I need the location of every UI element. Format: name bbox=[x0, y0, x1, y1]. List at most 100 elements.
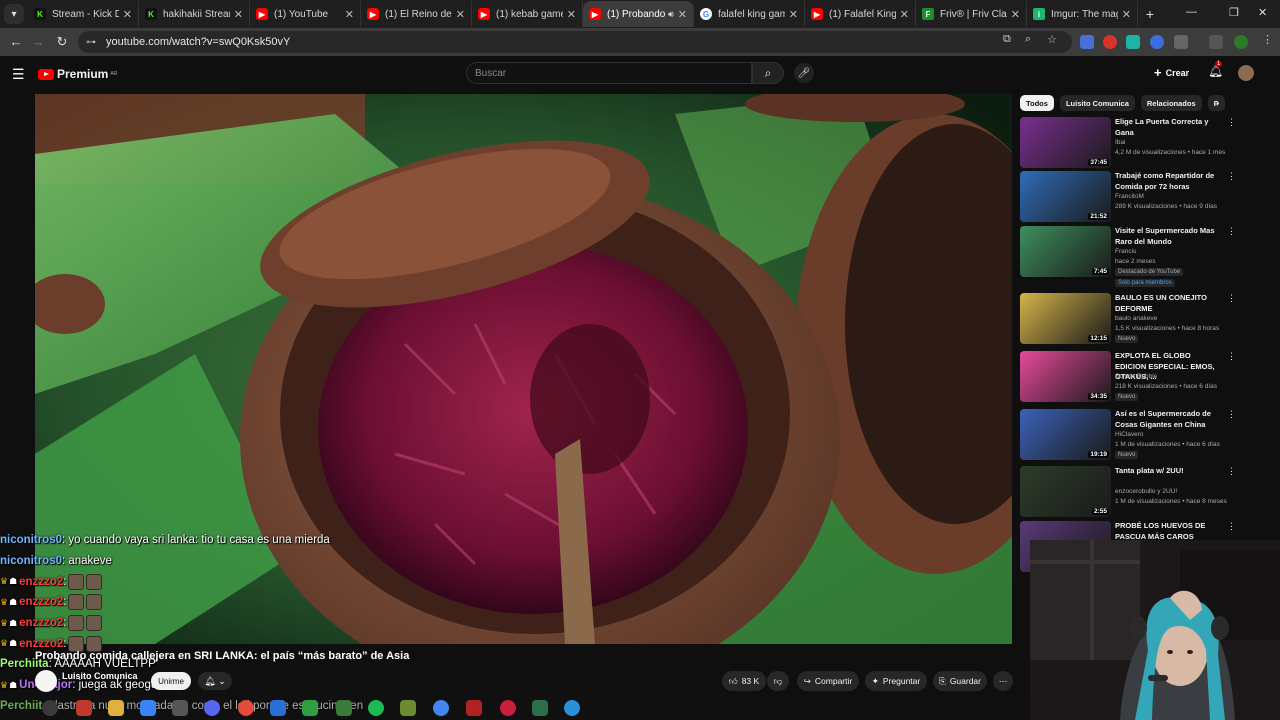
reload-icon[interactable]: ↻ bbox=[50, 34, 74, 50]
create-button[interactable]: + Crear bbox=[1154, 65, 1189, 80]
close-tab-icon[interactable]: ✕ bbox=[900, 8, 909, 21]
recommended-video[interactable]: 34:35 EXPLOTA EL GLOBO EDICION ESPECIAL: … bbox=[1020, 351, 1236, 406]
close-tab-icon[interactable]: ✕ bbox=[1011, 8, 1020, 21]
subscription-bell-button[interactable]: 🔔︎ ⌄ bbox=[198, 672, 232, 690]
opera-icon[interactable] bbox=[500, 700, 516, 716]
more-actions-button[interactable]: ⋯ bbox=[993, 671, 1013, 691]
spotify-icon[interactable] bbox=[368, 700, 384, 716]
recommended-channel[interactable]: baulo anakeve bbox=[1115, 315, 1157, 322]
browser-tab[interactable]: ▶ (1) kebab game sh ✕ bbox=[472, 1, 583, 27]
new-tab-icon[interactable]: + bbox=[1138, 6, 1162, 22]
close-tab-icon[interactable]: ✕ bbox=[1122, 8, 1131, 21]
recommended-title[interactable]: Tanta plata w/ 2UU! bbox=[1115, 466, 1223, 477]
close-tab-icon[interactable]: ✕ bbox=[345, 8, 354, 21]
close-tab-icon[interactable]: ✕ bbox=[567, 8, 576, 21]
video-thumbnail[interactable]: 37:45 bbox=[1020, 117, 1111, 168]
extension-icon[interactable] bbox=[1080, 35, 1094, 49]
recommended-video[interactable]: 2:55 Tanta plata w/ 2UU! enzocerobullo y 2… bbox=[1020, 466, 1236, 521]
browser-tab[interactable]: F Friv® | Friv Classic ✕ bbox=[916, 1, 1027, 27]
close-tab-icon[interactable]: ✕ bbox=[234, 8, 243, 21]
bookmark-star-icon[interactable]: ☆ bbox=[1047, 33, 1057, 46]
recommended-channel[interactable]: Francis bbox=[1115, 248, 1136, 255]
chrome-icon[interactable] bbox=[433, 700, 449, 716]
close-tab-icon[interactable]: ✕ bbox=[456, 8, 465, 21]
app-icon[interactable] bbox=[172, 700, 188, 716]
folder-icon[interactable] bbox=[108, 700, 124, 716]
chat-username[interactable]: enzzzo2 bbox=[19, 576, 63, 588]
chat-username[interactable]: enzzzo2 bbox=[19, 596, 63, 608]
filter-chip[interactable]: Luisito Comunica bbox=[1059, 95, 1135, 111]
app-icon[interactable] bbox=[76, 700, 92, 716]
extension-icon[interactable] bbox=[1150, 35, 1164, 49]
recommended-title[interactable]: PROBÉ LOS HUEVOS DE PASCUA MÁS CAROS bbox=[1115, 521, 1223, 542]
ask-button[interactable]: ✦ Preguntar bbox=[865, 671, 927, 691]
browser-tab[interactable]: i Imgur: The magic ✕ bbox=[1027, 1, 1138, 27]
app-icon[interactable] bbox=[564, 700, 580, 716]
menu-icon[interactable]: ☰ bbox=[12, 66, 25, 83]
discord-icon[interactable] bbox=[204, 700, 220, 716]
notifications-icon[interactable]: 🔔︎ 1 bbox=[1208, 61, 1223, 78]
chat-username[interactable]: niconitros0 bbox=[0, 555, 62, 567]
close-tab-icon[interactable]: ✕ bbox=[789, 8, 798, 21]
recommended-channel[interactable]: Somos Bubble bbox=[1115, 373, 1157, 380]
recommended-channel[interactable]: Ibai bbox=[1115, 139, 1125, 146]
recommended-title[interactable]: Así es el Supermercado de Cosas Gigantes… bbox=[1115, 409, 1223, 430]
search-input[interactable]: Buscar bbox=[466, 62, 752, 84]
app-icon[interactable] bbox=[270, 700, 286, 716]
channel-avatar[interactable] bbox=[35, 670, 57, 692]
extension-icon[interactable] bbox=[1126, 35, 1140, 49]
voice-search-icon[interactable]: 🎤︎ bbox=[794, 63, 814, 83]
app-icon[interactable] bbox=[466, 700, 482, 716]
save-button[interactable]: ⎘ Guardar bbox=[933, 671, 987, 691]
recommended-channel[interactable]: HiClavero bbox=[1115, 431, 1144, 438]
speaker-icon[interactable]: 🔊︎ bbox=[668, 9, 674, 20]
dislike-button[interactable]: 👎︎ bbox=[767, 671, 789, 691]
video-thumbnail[interactable]: 12:15 bbox=[1020, 293, 1111, 344]
puzzle-icon[interactable] bbox=[1174, 35, 1188, 49]
recommended-title[interactable]: Trabajé como Repartidor de Comida por 72… bbox=[1115, 171, 1223, 192]
profile-icon[interactable] bbox=[1234, 35, 1248, 49]
browser-tab[interactable]: Khakihakii Stream ✕ bbox=[139, 1, 250, 27]
minimize-icon[interactable]: — bbox=[1186, 6, 1197, 18]
browser-tab[interactable]: ▶ (1) Probando 🔊︎ ✕ bbox=[583, 1, 694, 27]
video-menu-icon[interactable]: ⋮ bbox=[1227, 226, 1236, 237]
recommended-title[interactable]: Elige La Puerta Correcta y Gana bbox=[1115, 117, 1223, 138]
join-button[interactable]: Unirme bbox=[151, 672, 191, 690]
app-icon[interactable] bbox=[302, 700, 318, 716]
video-menu-icon[interactable]: ⋮ bbox=[1227, 466, 1236, 477]
restore-icon[interactable]: ❐ bbox=[1229, 6, 1239, 19]
chat-username[interactable]: enzzzo2 bbox=[19, 638, 63, 650]
url-bar[interactable]: ⊶ youtube.com/watch?v=swQ0Ksk50vY bbox=[78, 31, 1072, 53]
app-icon[interactable] bbox=[532, 700, 548, 716]
chevron-right-icon[interactable]: › bbox=[1216, 98, 1219, 109]
account-avatar[interactable] bbox=[1238, 65, 1254, 81]
video-menu-icon[interactable]: ⋮ bbox=[1227, 171, 1236, 182]
video-thumbnail[interactable]: 19:19 bbox=[1020, 409, 1111, 460]
channel-name[interactable]: Luisito Comunica bbox=[62, 671, 138, 681]
extension-icon[interactable] bbox=[1103, 35, 1117, 49]
video-thumbnail[interactable]: 21:52 bbox=[1020, 171, 1111, 222]
site-info-icon[interactable]: ⊶ bbox=[86, 37, 96, 48]
browser-tab[interactable]: ▶ (1) Falafel King fla ✕ bbox=[805, 1, 916, 27]
app-icon[interactable] bbox=[140, 700, 156, 716]
recommended-video[interactable]: 21:52 Trabajé como Repartidor de Comida p… bbox=[1020, 171, 1236, 226]
forward-icon[interactable]: → bbox=[26, 34, 50, 49]
recommended-video[interactable]: 12:15 BAULO ES UN CONEJITO DEFORME baulo a… bbox=[1020, 293, 1236, 348]
back-icon[interactable]: ← bbox=[4, 34, 28, 49]
app-icon[interactable] bbox=[400, 700, 416, 716]
filter-chip[interactable]: Relacionados bbox=[1140, 95, 1202, 111]
recommended-title[interactable]: BAULO ES UN CONEJITO DEFORME bbox=[1115, 293, 1223, 314]
recommended-channel[interactable]: FrancitoM bbox=[1115, 193, 1144, 200]
youtube-logo[interactable]: Premium AR bbox=[38, 67, 117, 81]
chat-username[interactable]: niconitros0 bbox=[0, 534, 62, 546]
search-button[interactable]: ⌕ bbox=[752, 62, 784, 84]
search-icon[interactable] bbox=[42, 700, 58, 716]
like-button[interactable]: 👍︎ 83 K bbox=[722, 671, 766, 691]
recommended-video[interactable]: 19:19 Así es el Supermercado de Cosas Gig… bbox=[1020, 409, 1236, 464]
video-thumbnail[interactable]: 34:35 bbox=[1020, 351, 1111, 402]
recommended-channel[interactable]: enzocerobullo y 2UU! bbox=[1115, 488, 1177, 495]
reading-list-icon[interactable] bbox=[1209, 35, 1223, 49]
close-window-icon[interactable]: ✕ bbox=[1258, 6, 1267, 19]
share-button[interactable]: ↪ Compartir bbox=[797, 671, 859, 691]
video-menu-icon[interactable]: ⋮ bbox=[1227, 117, 1236, 128]
